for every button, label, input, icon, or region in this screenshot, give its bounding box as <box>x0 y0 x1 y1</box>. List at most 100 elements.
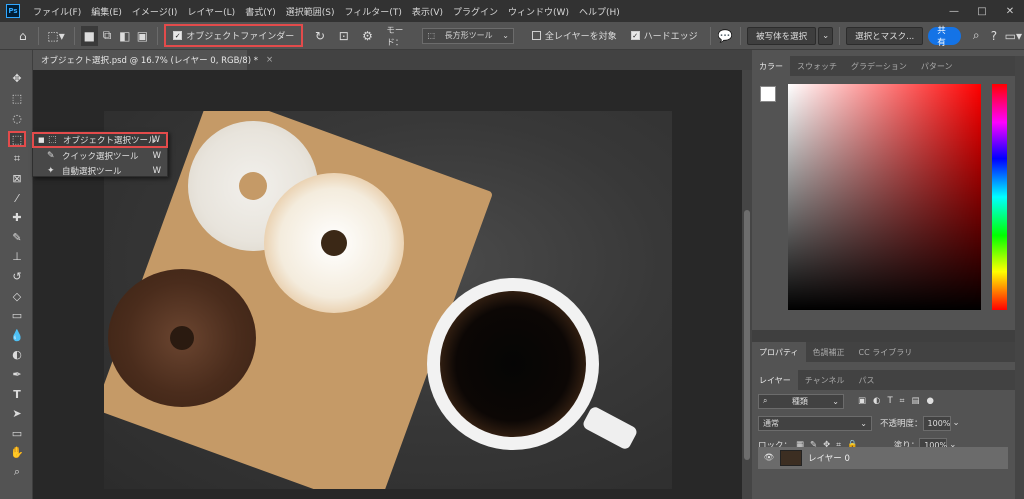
menu-type[interactable]: 書式(Y) <box>240 5 281 18</box>
filter-adjustment-icon[interactable]: ◐ <box>873 396 880 406</box>
stamp-tool-icon[interactable]: ⊥ <box>8 248 26 264</box>
tab-color[interactable]: カラー <box>752 56 790 76</box>
scrollbar-thumb[interactable] <box>744 210 750 460</box>
filter-toggle-icon[interactable]: ● <box>926 396 933 406</box>
workspace-icon[interactable]: ▭▾ <box>1003 26 1024 46</box>
intersect-selection-icon[interactable]: ▣ <box>134 26 152 46</box>
comment-icon[interactable]: 💬 <box>717 26 735 46</box>
close-tab-icon[interactable]: × <box>266 55 273 65</box>
layer-name: レイヤー 0 <box>808 454 850 464</box>
flyout-object-selection[interactable]: ■ ⬚ オブジェクト選択ツール W <box>32 132 168 148</box>
path-selection-icon[interactable]: ➤ <box>8 405 26 421</box>
all-layers-checkbox[interactable]: 全レイヤーを対象 <box>531 29 617 42</box>
object-finder-checkbox[interactable]: ✓ オブジェクトファインダー <box>173 29 294 42</box>
foreground-color[interactable] <box>760 86 776 102</box>
menu-help[interactable]: ヘルプ(H) <box>574 5 625 18</box>
document-tab[interactable]: オブジェクト選択.psd @ 16.7% (レイヤー 0, RGB/8) * × <box>33 50 273 70</box>
blend-mode-select[interactable]: 通常 ⌄ <box>758 415 872 431</box>
checkbox-icon <box>531 31 541 40</box>
show-all-objects-icon[interactable]: ⊡ <box>335 26 353 46</box>
menu-filter[interactable]: フィルター(T) <box>339 5 406 18</box>
rectangle-tool-icon[interactable]: ▭ <box>8 425 26 441</box>
opacity-input[interactable]: 100% <box>922 415 951 431</box>
gear-icon[interactable]: ⚙ <box>359 26 377 46</box>
brush-tool-icon[interactable]: ✎ <box>8 229 26 245</box>
tab-swatches[interactable]: スウォッチ <box>790 56 844 76</box>
shortcut-key: W <box>152 165 161 176</box>
filter-smart-object-icon[interactable]: ▤ <box>911 396 919 406</box>
help-icon[interactable]: ? <box>985 26 1003 46</box>
lasso-tool-icon[interactable]: ◌ <box>8 110 26 126</box>
menu-image[interactable]: イメージ(I) <box>127 5 183 18</box>
menu-plugins[interactable]: プラグイン <box>448 5 503 18</box>
hue-slider[interactable] <box>992 84 1007 310</box>
select-and-mask-button[interactable]: 選択とマスク... <box>846 26 924 45</box>
color-field[interactable] <box>788 84 981 310</box>
filter-type-icon[interactable]: T <box>887 396 892 406</box>
tab-paths[interactable]: パス <box>852 370 882 390</box>
eraser-tool-icon[interactable]: ◇ <box>8 288 26 304</box>
menu-layer[interactable]: レイヤー(L) <box>182 5 240 18</box>
menu-view[interactable]: 表示(V) <box>407 5 448 18</box>
hard-edge-checkbox[interactable]: ✓ ハードエッジ <box>630 29 698 42</box>
share-button[interactable]: 共有 <box>928 26 962 48</box>
flyout-magic-wand[interactable]: ✦ 自動選択ツール W <box>33 163 167 178</box>
type-tool-icon[interactable]: T <box>8 386 26 402</box>
minimize-button[interactable]: — <box>940 6 968 17</box>
close-button[interactable]: ✕ <box>996 6 1024 17</box>
object-selection-preset-icon[interactable]: ⬚▾ <box>45 26 68 46</box>
search-icon[interactable]: ⌕ <box>967 26 985 46</box>
flyout-quick-selection[interactable]: ✎ クイック選択ツール W <box>33 148 167 163</box>
layer-filter-select[interactable]: ⌕ 種類 ⌄ <box>758 393 844 409</box>
tab-gradients[interactable]: グラデーション <box>844 56 914 76</box>
document-image[interactable] <box>104 111 672 489</box>
blur-tool-icon[interactable]: 💧 <box>8 327 26 343</box>
tab-properties[interactable]: プロパティ <box>752 342 806 362</box>
tab-layers[interactable]: レイヤー <box>752 370 798 390</box>
menu-bar: Ps ファイル(F) 編集(E) イメージ(I) レイヤー(L) 書式(Y) 選… <box>0 0 1024 22</box>
zoom-tool-icon[interactable]: ⌕ <box>8 464 26 480</box>
refresh-icon[interactable]: ↻ <box>311 26 329 46</box>
mode-select[interactable]: ⬚ 長方形ツール ⌄ <box>422 27 514 44</box>
chevron-down-icon[interactable]: ⌄ <box>953 418 960 428</box>
tab-patterns[interactable]: パターン <box>914 56 960 76</box>
object-selection-tool-icon[interactable]: ⬚ <box>8 131 26 147</box>
menu-file[interactable]: ファイル(F) <box>28 5 86 18</box>
tab-adjustments[interactable]: 色調補正 <box>806 342 852 362</box>
crop-tool-icon[interactable]: ⌗ <box>8 151 26 167</box>
menu-window[interactable]: ウィンドウ(W) <box>503 5 574 18</box>
filter-pixel-icon[interactable]: ▣ <box>858 396 866 406</box>
divider <box>752 330 1024 342</box>
layer-row[interactable]: 👁 レイヤー 0 <box>758 447 1008 469</box>
frame-tool-icon[interactable]: ⊠ <box>8 170 26 186</box>
maximize-button[interactable]: □ <box>968 6 996 17</box>
marquee-tool-icon[interactable]: ⬚ <box>8 90 26 106</box>
tab-cc-libraries[interactable]: CC ライブラリ <box>852 342 920 362</box>
chevron-down-icon: ⌄ <box>502 31 509 40</box>
menu-edit[interactable]: 編集(E) <box>86 5 127 18</box>
hand-tool-icon[interactable]: ✋ <box>8 444 26 460</box>
pen-tool-icon[interactable]: ✒ <box>8 366 26 382</box>
add-selection-icon[interactable]: ⧉ <box>98 26 116 46</box>
subtract-selection-icon[interactable]: ◧ <box>116 26 134 46</box>
move-tool-icon[interactable]: ✥ <box>8 70 26 86</box>
eye-icon[interactable]: 👁 <box>762 453 776 463</box>
chevron-down-icon: ⌄ <box>832 396 839 406</box>
donut-hole <box>321 230 347 256</box>
eyedropper-tool-icon[interactable]: ⁄ <box>8 190 26 206</box>
new-selection-icon[interactable]: ■ <box>80 25 99 46</box>
menu-select[interactable]: 選択範囲(S) <box>281 5 340 18</box>
canvas-scrollbar[interactable] <box>742 70 752 499</box>
healing-brush-icon[interactable]: ✚ <box>8 209 26 225</box>
home-icon[interactable]: ⌂ <box>14 26 32 46</box>
flyout-label: オブジェクト選択ツール <box>63 136 157 146</box>
panel-scrollbar[interactable] <box>1015 56 1024 499</box>
shortcut-key: W <box>152 150 161 161</box>
select-subject-button[interactable]: 被写体を選択 <box>747 26 817 45</box>
filter-shape-icon[interactable]: ⌗ <box>900 396 905 406</box>
select-subject-dropdown[interactable]: ⌄ <box>818 26 834 45</box>
gradient-tool-icon[interactable]: ▭ <box>8 307 26 323</box>
dodge-tool-icon[interactable]: ◐ <box>8 346 26 362</box>
history-brush-icon[interactable]: ↺ <box>8 268 26 284</box>
tab-channels[interactable]: チャンネル <box>798 370 852 390</box>
